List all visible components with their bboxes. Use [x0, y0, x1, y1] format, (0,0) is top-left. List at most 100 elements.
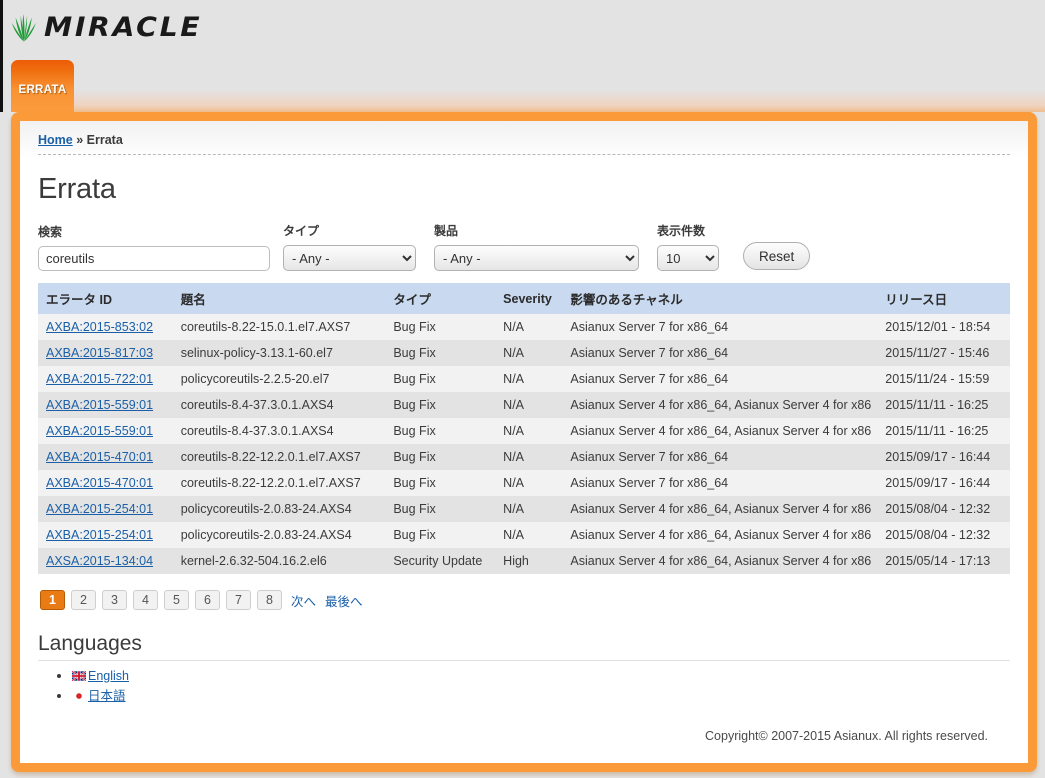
errata-id-link[interactable]: AXBA:2015-254:01 — [46, 528, 153, 542]
cell-severity: N/A — [495, 366, 562, 392]
count-select[interactable]: 102550100 — [657, 245, 719, 271]
japan-flag-icon — [72, 689, 88, 703]
column-header-name[interactable]: 題名 — [173, 283, 386, 314]
uk-flag-icon — [72, 669, 88, 683]
cell-date: 2015/11/11 - 16:25 — [877, 418, 1010, 444]
product-select[interactable]: - Any -Asianux Server 7 for x86_64Asianu… — [434, 245, 639, 271]
footer-copyright: Copyright© 2007-2015 Asianux. All rights… — [38, 707, 1010, 755]
cell-errata-id: AXBA:2015-470:01 — [38, 470, 173, 496]
column-header-channel[interactable]: 影響のあるチャネル — [562, 283, 877, 314]
cell-channel: Asianux Server 4 for x86_64, Asianux Ser… — [562, 522, 877, 548]
search-field-group: 検索 — [38, 223, 270, 271]
languages-heading: Languages — [38, 632, 1010, 661]
errata-id-link[interactable]: AXBA:2015-559:01 — [46, 398, 153, 412]
pager-next-link[interactable]: 次へ — [291, 591, 316, 610]
cell-channel: Asianux Server 4 for x86_64, Asianux Ser… — [562, 392, 877, 418]
table-row: AXBA:2015-722:01 policycoreutils-2.2.5-20… — [38, 366, 1010, 392]
pager-page-1[interactable]: 1 — [40, 590, 65, 610]
cell-name: policycoreutils-2.2.5-20.el7 — [173, 366, 386, 392]
tab-errata[interactable]: ERRATA — [11, 60, 74, 112]
pager-page-2[interactable]: 2 — [71, 590, 96, 610]
count-field-group: 表示件数 102550100 — [657, 222, 719, 271]
cell-name: coreutils-8.22-15.0.1.el7.AXS7 — [173, 314, 386, 340]
language-link-japanese[interactable]: 日本語 — [72, 689, 126, 703]
cell-errata-id: AXBA:2015-254:01 — [38, 522, 173, 548]
count-label: 表示件数 — [657, 222, 719, 239]
cell-channel: Asianux Server 4 for x86_64, Asianux Ser… — [562, 496, 877, 522]
errata-table-head: エラータ ID 題名 タイプ Severity 影響のあるチャネル リリース日 — [38, 283, 1010, 314]
page-title: Errata — [38, 173, 1010, 206]
pager-last-link[interactable]: 最後へ — [325, 591, 363, 610]
column-header-id[interactable]: エラータ ID — [38, 283, 173, 314]
errata-id-link[interactable]: AXBA:2015-559:01 — [46, 424, 153, 438]
cell-severity: High — [495, 548, 562, 574]
tab-strip-shadow — [74, 90, 1045, 112]
pager-page-8[interactable]: 8 — [257, 590, 282, 610]
site-banner: MIRACLE — [0, 0, 1045, 56]
table-header-row: エラータ ID 題名 タイプ Severity 影響のあるチャネル リリース日 — [38, 283, 1010, 314]
cell-channel: Asianux Server 7 for x86_64 — [562, 366, 877, 392]
breadcrumb-current: Errata — [87, 133, 123, 147]
tab-errata-label: ERRATA — [18, 84, 66, 96]
cell-errata-id: AXBA:2015-817:03 — [38, 340, 173, 366]
cell-type: Bug Fix — [385, 418, 495, 444]
cell-errata-id: AXBA:2015-254:01 — [38, 496, 173, 522]
table-row: AXSA:2015-134:04kernel-2.6.32-504.16.2.e… — [38, 548, 1010, 574]
brand-logo[interactable]: MIRACLE — [11, 12, 195, 43]
errata-table-body: AXBA:2015-853:02 coreutils-8.22-15.0.1.el… — [38, 314, 1010, 574]
cell-type: Bug Fix — [385, 392, 495, 418]
errata-id-link[interactable]: AXBA:2015-817:03 — [46, 346, 153, 360]
cell-name: selinux-policy-3.13.1-60.el7 — [173, 340, 386, 366]
leaf-fan-icon — [11, 12, 37, 43]
cell-errata-id: AXBA:2015-559:01 — [38, 418, 173, 444]
type-field-group: タイプ - Any -Bug FixSecurity UpdateEnhance… — [283, 222, 416, 271]
brand-name: MIRACLE — [44, 12, 202, 43]
languages-list: English 日本語 — [38, 667, 1010, 705]
cell-name: policycoreutils-2.0.83-24.AXS4 — [173, 522, 386, 548]
cell-date: 2015/08/04 - 12:32 — [877, 496, 1010, 522]
errata-id-link[interactable]: AXSA:2015-134:04 — [46, 554, 153, 568]
errata-id-link[interactable]: AXBA:2015-470:01 — [46, 476, 153, 490]
pager-page-4[interactable]: 4 — [133, 590, 158, 610]
breadcrumb-home-link[interactable]: Home — [38, 133, 73, 147]
cell-type: Bug Fix — [385, 340, 495, 366]
column-header-severity[interactable]: Severity — [495, 283, 562, 314]
cell-name: coreutils-8.4-37.3.0.1.AXS4 — [173, 392, 386, 418]
search-input[interactable] — [38, 246, 270, 271]
pager-page-7[interactable]: 7 — [226, 590, 251, 610]
type-select[interactable]: - Any -Bug FixSecurity UpdateEnhancement — [283, 245, 416, 271]
table-row: AXBA:2015-470:01coreutils-8.22-12.2.0.1.… — [38, 444, 1010, 470]
cell-channel: Asianux Server 4 for x86_64, Asianux Ser… — [562, 418, 877, 444]
table-row: AXBA:2015-470:01coreutils-8.22-12.2.0.1.… — [38, 470, 1010, 496]
cell-name: policycoreutils-2.0.83-24.AXS4 — [173, 496, 386, 522]
errata-id-link[interactable]: AXBA:2015-722:01 — [46, 372, 153, 386]
table-row: AXBA:2015-559:01 coreutils-8.4-37.3.0.1.A… — [38, 392, 1010, 418]
cell-date: 2015/12/01 - 18:54 — [877, 314, 1010, 340]
cell-date: 2015/11/27 - 15:46 — [877, 340, 1010, 366]
cell-type: Bug Fix — [385, 314, 495, 340]
list-item: 日本語 — [72, 687, 1010, 705]
cell-date: 2015/05/14 - 17:13 — [877, 548, 1010, 574]
pager-page-3[interactable]: 3 — [102, 590, 127, 610]
reset-button[interactable]: Reset — [743, 242, 810, 270]
column-header-type[interactable]: タイプ — [385, 283, 495, 314]
pager-page-5[interactable]: 5 — [164, 590, 189, 610]
pager-page-6[interactable]: 6 — [195, 590, 220, 610]
cell-channel: Asianux Server 7 for x86_64 — [562, 444, 877, 470]
search-label: 検索 — [38, 223, 270, 240]
column-header-date[interactable]: リリース日 — [877, 283, 1010, 314]
table-row: AXBA:2015-254:01 policycoreutils-2.0.83-2… — [38, 522, 1010, 548]
cell-errata-id: AXSA:2015-134:04 — [38, 548, 173, 574]
errata-id-link[interactable]: AXBA:2015-470:01 — [46, 450, 153, 464]
product-label: 製品 — [434, 222, 639, 239]
cell-errata-id: AXBA:2015-722:01 — [38, 366, 173, 392]
cell-channel: Asianux Server 7 for x86_64 — [562, 340, 877, 366]
language-label: English — [88, 669, 129, 683]
errata-id-link[interactable]: AXBA:2015-853:02 — [46, 320, 153, 334]
primary-tab-strip: ERRATA — [0, 56, 1045, 112]
errata-id-link[interactable]: AXBA:2015-254:01 — [46, 502, 153, 516]
language-link-english[interactable]: English — [72, 669, 129, 683]
cell-channel: Asianux Server 4 for x86_64, Asianux Ser… — [562, 548, 877, 574]
cell-errata-id: AXBA:2015-470:01 — [38, 444, 173, 470]
cell-type: Bug Fix — [385, 470, 495, 496]
